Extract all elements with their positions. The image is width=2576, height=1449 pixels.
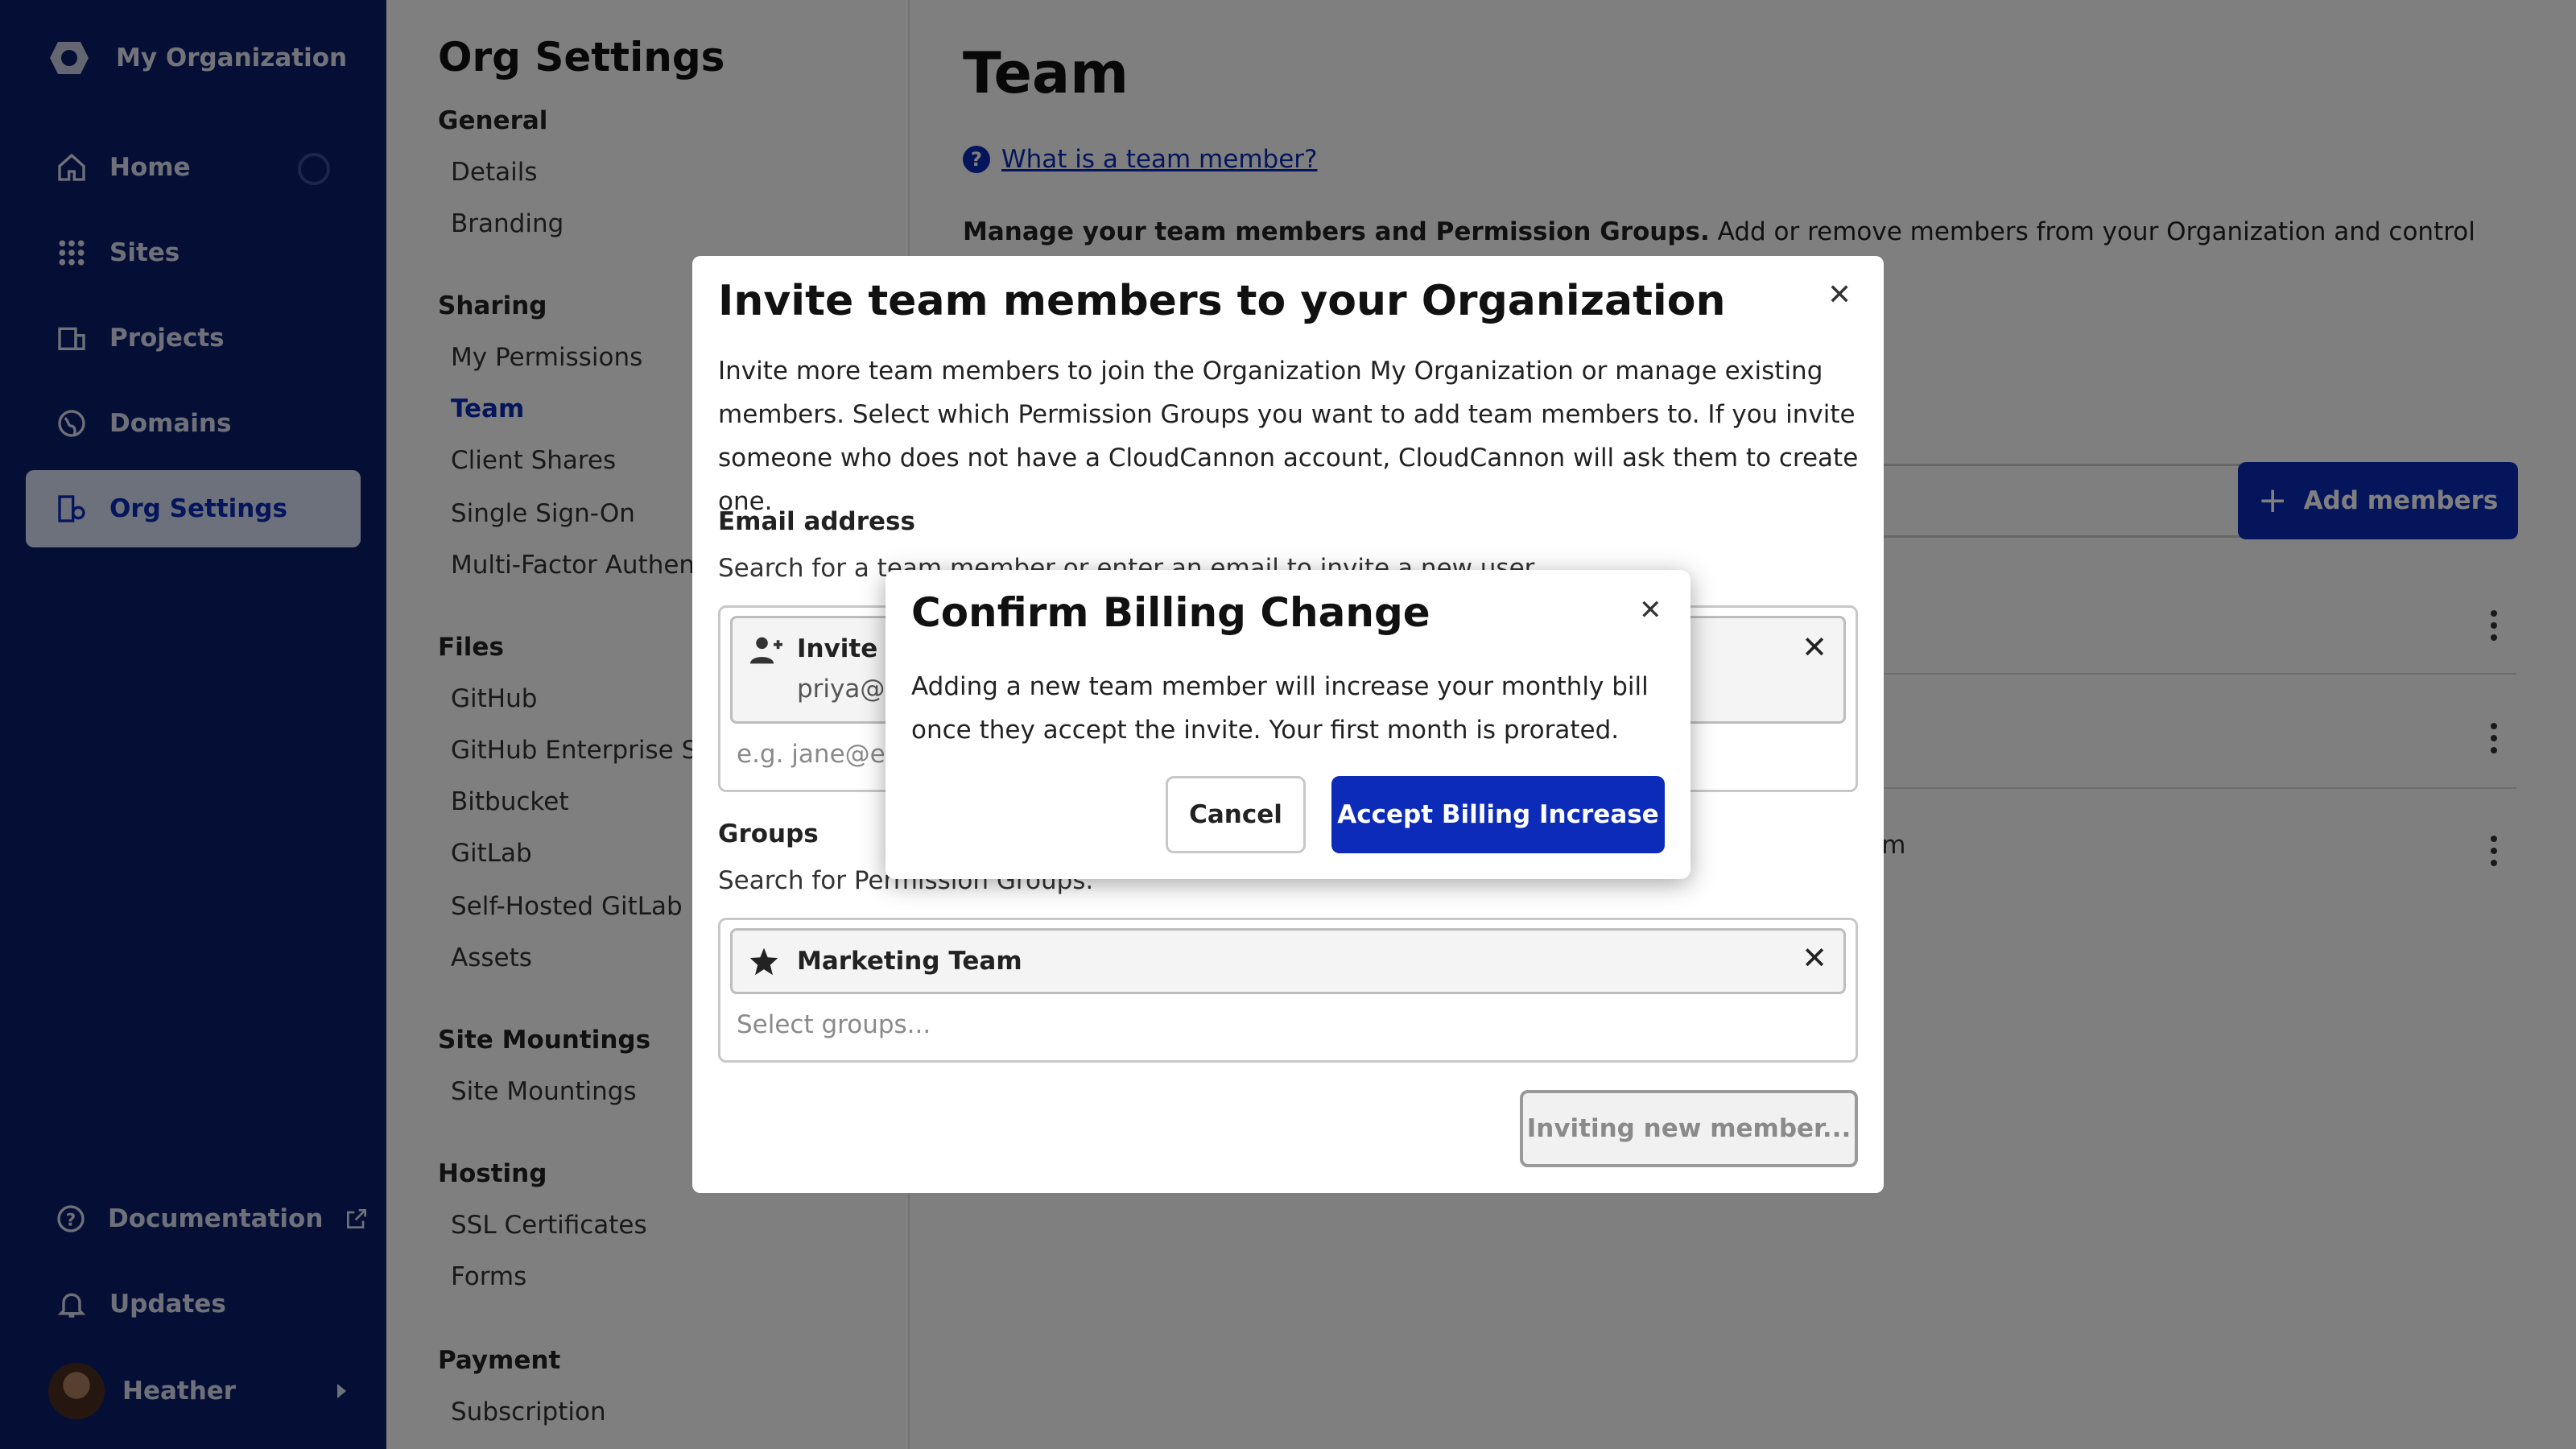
star-icon <box>749 947 779 979</box>
invite-modal-title: Invite team members to your Organization <box>718 277 1726 325</box>
confirm-dialog-title: Confirm Billing Change <box>911 589 1430 636</box>
close-icon[interactable]: ✕ <box>1827 279 1852 312</box>
confirm-dialog-body: Adding a new team member will increase y… <box>911 672 1649 745</box>
email-label: Email address <box>718 507 915 536</box>
group-chip-label: Marketing Team <box>797 947 1022 976</box>
groups-field[interactable]: Marketing Team ✕ Select groups... <box>718 918 1858 1063</box>
add-user-icon <box>749 634 784 670</box>
group-chip: Marketing Team ✕ <box>730 928 1846 994</box>
confirm-billing-dialog: Confirm Billing Change ✕ Adding a new te… <box>886 570 1690 879</box>
invite-modal-description: Invite more team members to join the Org… <box>718 357 1859 516</box>
inviting-button[interactable]: Inviting new member... <box>1520 1090 1858 1167</box>
remove-invite-icon[interactable]: ✕ <box>1802 630 1827 665</box>
close-icon[interactable]: ✕ <box>1639 594 1662 626</box>
groups-placeholder: Select groups... <box>737 1010 931 1039</box>
email-placeholder: e.g. jane@ex <box>737 740 900 769</box>
remove-group-icon[interactable]: ✕ <box>1802 940 1827 976</box>
cancel-button[interactable]: Cancel <box>1166 776 1306 853</box>
invite-chip-title: Invite <box>797 634 878 663</box>
accept-billing-increase-button[interactable]: Accept Billing Increase <box>1331 776 1665 853</box>
groups-label: Groups <box>718 819 819 848</box>
